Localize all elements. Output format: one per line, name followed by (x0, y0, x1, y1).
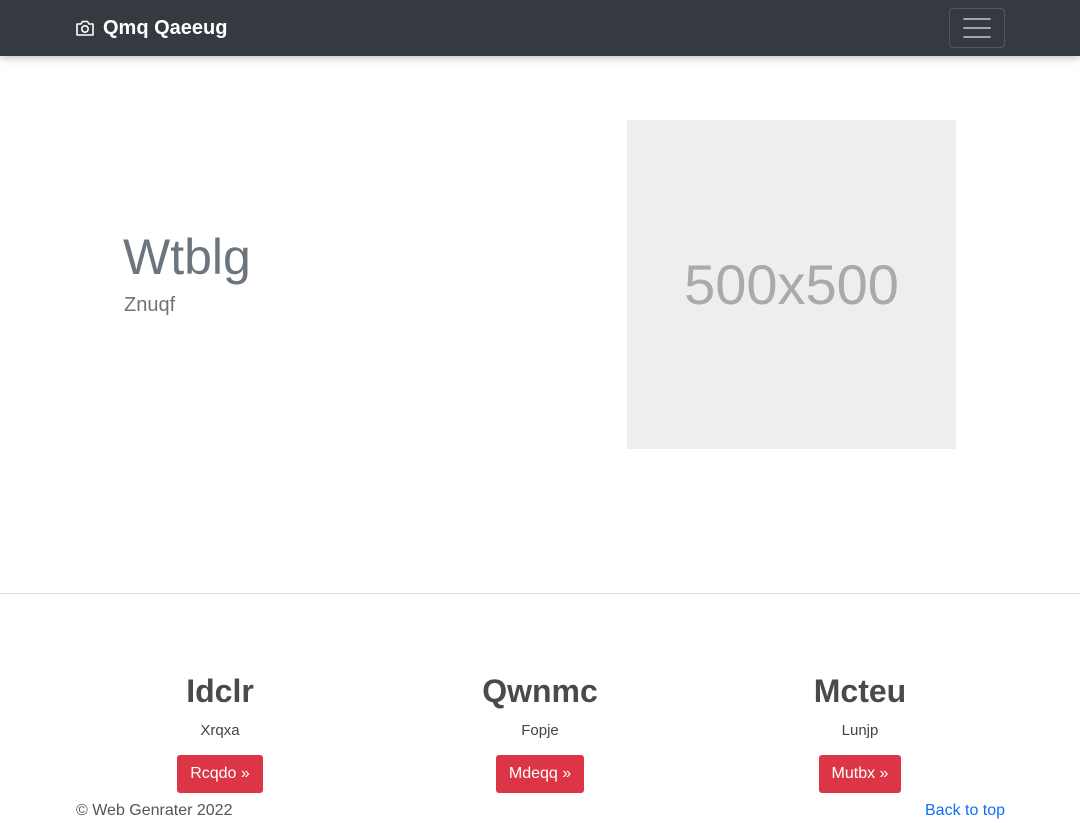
hamburger-menu-icon (963, 18, 991, 20)
feature-column: Qwnmc Fopje Mdeqq » (375, 672, 705, 794)
hero-image-placeholder: 500x500 (627, 120, 956, 449)
feature-column: Idclr Xrqxa Rcqdo » (55, 672, 385, 794)
brand-link[interactable]: Qmq Qaeeug (75, 0, 227, 56)
camera-icon (76, 20, 94, 36)
feature-button[interactable]: Mdeqq » (495, 755, 585, 794)
brand-name: Qmq Qaeeug (103, 16, 228, 39)
top-navbar: Qmq Qaeeug (0, 0, 1080, 56)
feature-title: Qwnmc (482, 673, 598, 709)
hero-title: Wtblg (123, 229, 251, 285)
navbar-toggler-button[interactable] (949, 8, 1005, 48)
feature-button[interactable]: Rcqdo » (177, 755, 263, 794)
feature-button[interactable]: Mutbx » (818, 755, 902, 794)
placeholder-label: 500x500 (684, 253, 899, 316)
section-divider (0, 593, 1080, 594)
hero-subtitle: Znuqf (124, 294, 176, 316)
footer-copyright: © Web Genrater 2022 (76, 802, 233, 819)
back-to-top-link[interactable]: Back to top (925, 802, 1005, 820)
feature-column: Mcteu Lunjp Mutbx » (695, 672, 1025, 794)
feature-title: Mcteu (813, 673, 907, 709)
feature-text: Lunjp (841, 722, 879, 740)
feature-text: Xrqxa (200, 722, 240, 740)
feature-text: Fopje (521, 722, 559, 740)
feature-title: Idclr (186, 673, 254, 709)
